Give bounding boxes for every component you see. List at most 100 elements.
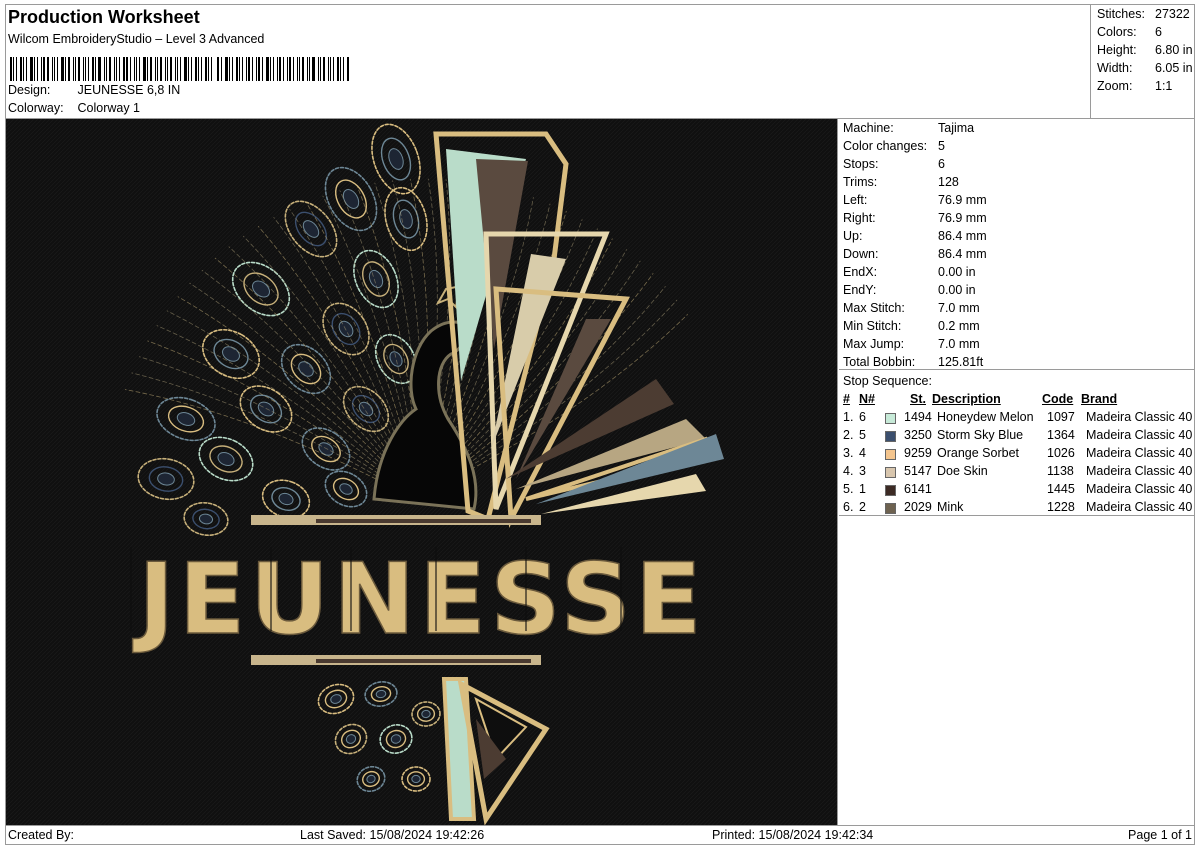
barcode-bar [78, 57, 80, 81]
barcode-bar [83, 57, 84, 81]
barcode-bar [229, 57, 230, 81]
machine-info-label: EndY: [843, 283, 877, 297]
machine-info-value: Tajima [938, 121, 975, 135]
barcode-bar [318, 57, 319, 81]
created-by: Created By: [8, 828, 75, 842]
design-row: Design: JEUNESSE 6,8 IN [8, 83, 180, 97]
barcode-bar [323, 57, 325, 81]
barcode-bar [320, 57, 321, 81]
col-description-header: Description [932, 392, 1001, 406]
machine-info-value: 0.2 mm [938, 319, 980, 333]
barcode-bar [54, 57, 55, 81]
summary-label: Zoom: [1097, 79, 1133, 93]
barcode-bar [242, 57, 243, 81]
machine-info-row: Color changes: 5 [843, 139, 945, 153]
color-swatch [885, 449, 896, 460]
col-n-header: N# [859, 392, 875, 406]
barcode-bar [221, 57, 222, 81]
barcode-bar [279, 57, 281, 81]
printed-date: Printed: 15/08/2024 19:42:34 [712, 828, 874, 842]
barcode-bar [10, 57, 12, 81]
summary-row: Height: 6.80 in [1097, 43, 1193, 57]
barcode [10, 53, 349, 81]
machine-info-value: 86.4 mm [938, 229, 987, 243]
barcode-bar [312, 57, 315, 81]
colorway-row: Colorway: Colorway 1 [8, 101, 140, 115]
cell-num: 2. [843, 428, 854, 442]
design-preview: JEUNESSE [6, 119, 838, 825]
barcode-bar [57, 57, 58, 81]
summary-label: Width: [1097, 61, 1133, 75]
barcode-bar [252, 57, 253, 81]
divider-inner-bottom [316, 659, 531, 663]
cell-st: 2029 [904, 500, 932, 514]
col-brand-header: Brand [1081, 392, 1118, 406]
machine-info-label: Up: [843, 229, 863, 243]
cell-code: 1228 [1047, 500, 1075, 514]
cell-n: 2 [859, 500, 866, 514]
barcode-bar [13, 57, 14, 81]
cell-num: 1. [843, 410, 854, 424]
barcode-bar [165, 57, 166, 81]
cell-brand: Madeira Classic 40 [1086, 428, 1193, 442]
cell-num: 4. [843, 464, 854, 478]
barcode-bar [205, 57, 207, 81]
barcode-bar [184, 57, 187, 81]
machine-info-row: Up: 86.4 mm [843, 229, 987, 243]
cell-brand: Madeira Classic 40 [1086, 464, 1193, 478]
color-swatch [885, 467, 896, 478]
barcode-bar [43, 57, 45, 81]
machine-info-row: Max Jump: 7.0 mm [843, 337, 980, 351]
cell-st: 5147 [904, 464, 932, 478]
barcode-bar [330, 57, 331, 81]
machine-info-label: Color changes: [843, 139, 928, 153]
barcode-bar [16, 57, 17, 81]
barcode-bar [170, 57, 172, 81]
cell-brand: Madeira Classic 40 [1086, 446, 1193, 460]
colorway-value: Colorway 1 [77, 101, 141, 115]
barcode-bar [262, 57, 263, 81]
colorway-label: Colorway: [8, 101, 64, 115]
footer: Created By: Last Saved: 15/08/2024 19:42… [6, 826, 1195, 845]
barcode-bar [217, 57, 219, 81]
barcode-bar [123, 57, 125, 81]
summary-label: Stitches: [1097, 7, 1145, 21]
machine-info-row: Left: 76.9 mm [843, 193, 987, 207]
barcode-bar [136, 57, 137, 81]
barcode-bar [41, 57, 42, 81]
barcode-bar [155, 57, 156, 81]
barcode-bar [270, 57, 271, 81]
machine-info-label: EndX: [843, 265, 878, 279]
machine-info-row: EndX: 0.00 in [843, 265, 976, 279]
barcode-bar [287, 57, 288, 81]
barcode-bar [337, 57, 339, 81]
summary-row: Width: 6.05 in [1097, 61, 1193, 75]
summary-value: 6 [1155, 25, 1162, 39]
barcode-bar [104, 57, 105, 81]
barcode-bar [302, 57, 304, 81]
machine-info-row: Stops: 6 [843, 157, 945, 171]
col-st-header: St. [910, 392, 926, 406]
color-swatch [885, 485, 896, 496]
barcode-bar [258, 57, 260, 81]
cell-n: 3 [859, 464, 866, 478]
barcode-bar [160, 57, 162, 81]
machine-info-label: Stops: [843, 157, 879, 171]
barcode-bar [68, 57, 70, 81]
barcode-bar [130, 57, 131, 81]
col-code-header: Code [1042, 392, 1074, 406]
machine-info-value: 128 [938, 175, 959, 189]
barcode-bar [309, 57, 310, 81]
cell-num: 5. [843, 482, 854, 496]
info-divider [839, 369, 1195, 370]
worksheet-page: Production Worksheet Wilcom EmbroiderySt… [5, 4, 1195, 845]
barcode-bar [116, 57, 117, 81]
cell-n: 5 [859, 428, 866, 442]
cell-st: 6141 [904, 482, 932, 496]
barcode-bar [61, 57, 64, 81]
barcode-bar [283, 57, 284, 81]
barcode-bar [147, 57, 148, 81]
barcode-bar [114, 57, 115, 81]
barcode-bar [95, 57, 96, 81]
info-divider [839, 515, 1195, 516]
